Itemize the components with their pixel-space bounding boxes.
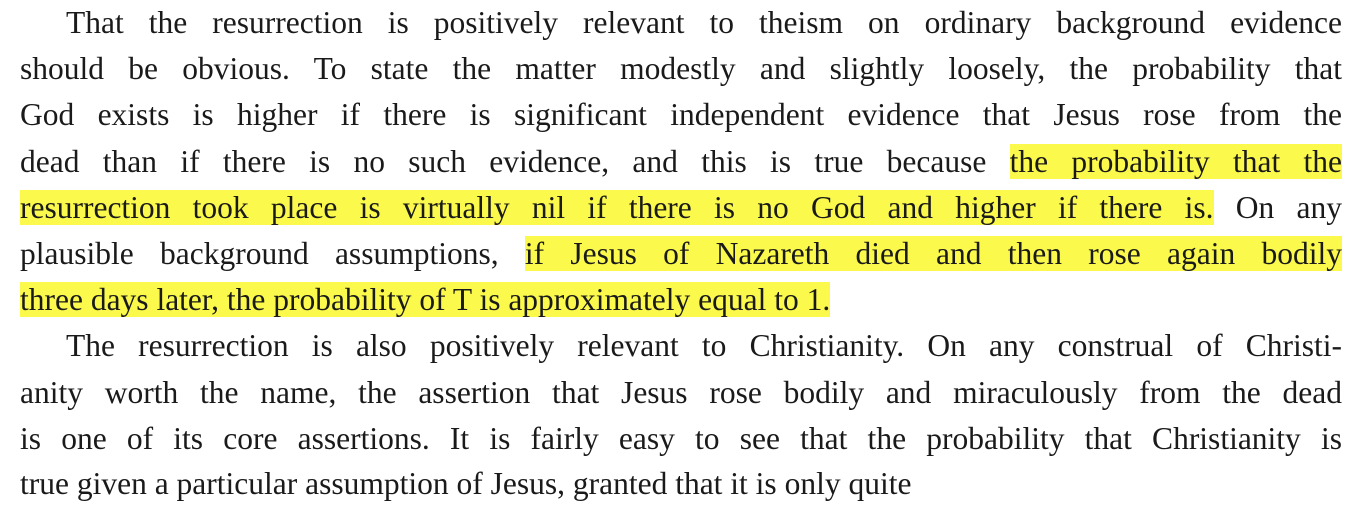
paragraph-1-line-1: That the resurrection is positively rele…	[66, 5, 1342, 40]
text-segment: plausible background assumptions,	[20, 235, 525, 271]
paragraph-1-line-5: resurrection took place is virtually nil…	[20, 185, 1342, 231]
paragraph-1-line-7: three days later, the probability of T i…	[20, 277, 1342, 323]
highlighted-text: resurrection took place is virtually nil…	[20, 189, 1214, 225]
highlighted-text: three days later, the probability of T i…	[20, 282, 831, 318]
highlighted-text: if Jesus of Nazareth died and then rose …	[524, 235, 1342, 271]
paragraph-1-line-2: should be obvious. To state the matter m…	[20, 51, 1342, 87]
paragraph-2-line-2: anity worth the name, the assertion that…	[20, 374, 1342, 410]
text-segment: On any	[1213, 189, 1342, 225]
paragraph-2-line-4-cut-off: true given a particular assumption of Je…	[20, 466, 912, 501]
paragraph-2-line-1: The resurrection is also positively rele…	[66, 328, 1342, 364]
paragraph-1-line-6: plausible background assumptions, if Jes…	[20, 231, 1342, 277]
text-segment: dead than if there is no such evidence, …	[20, 143, 1010, 179]
paragraph-1-line-4: dead than if there is no such evidence, …	[20, 139, 1342, 185]
paragraph-1-line-3: God exists is higher if there is signifi…	[20, 97, 1342, 133]
document-page: That the resurrection is positively rele…	[20, 0, 1342, 501]
highlighted-text: the probability that the	[1009, 143, 1342, 179]
paragraph-2-line-3: is one of its core assertions. It is fai…	[20, 420, 1342, 456]
